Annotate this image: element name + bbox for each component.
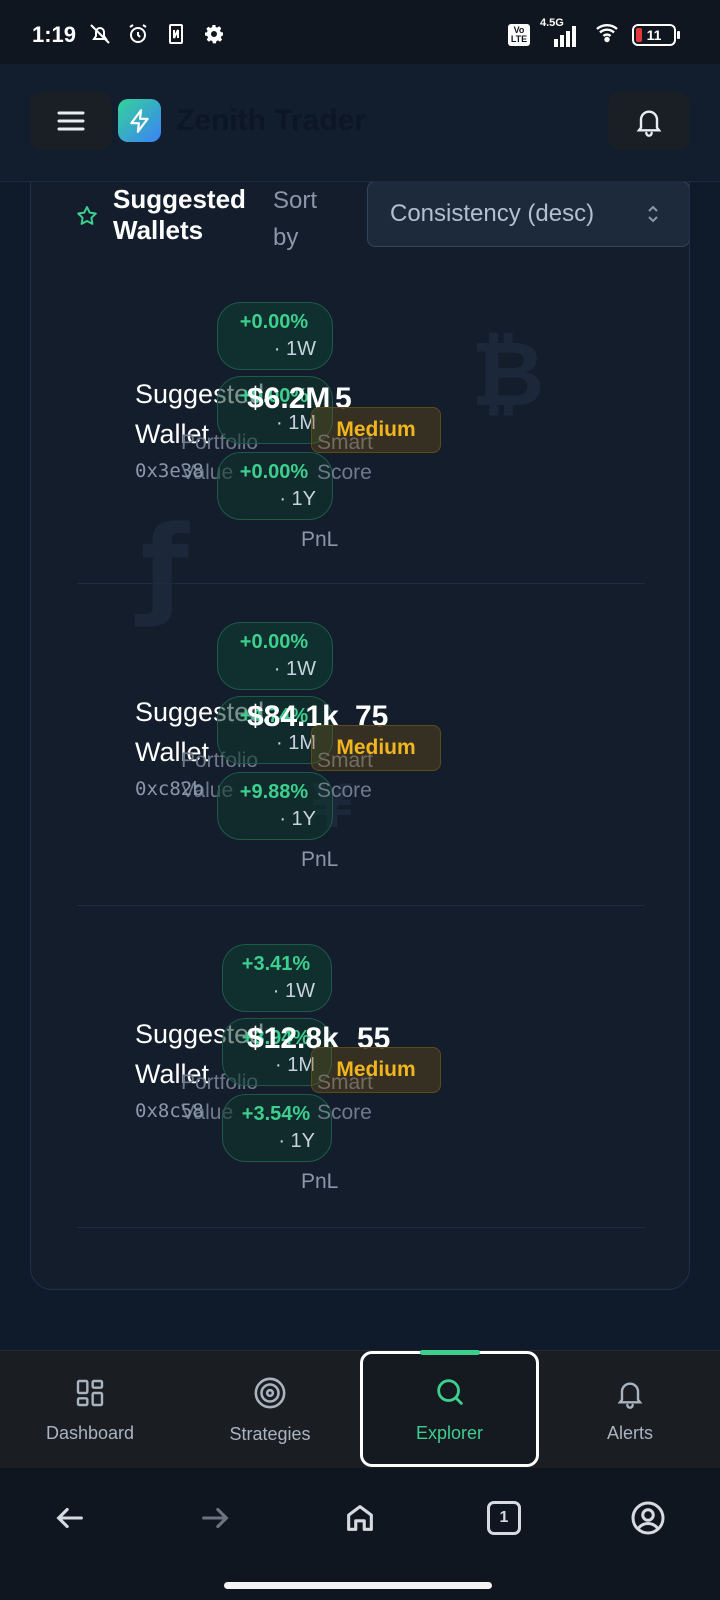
pnl-percent: +0.00%: [239, 631, 309, 653]
app-title: Zenith Trader: [176, 104, 367, 137]
arrow-right-icon: [202, 1507, 229, 1529]
pnl-period: · 1W: [273, 658, 316, 680]
nav-strategies[interactable]: Strategies: [180, 1351, 360, 1469]
pnl-pill-1y: +0.00% · 1Y: [217, 452, 333, 520]
wallet-row[interactable]: Suggested Wallet Portfolio Value 0xc82b …: [77, 584, 645, 906]
search-icon: [436, 1378, 463, 1405]
sort-select-value: Consistency (desc): [390, 200, 595, 227]
lightning-bolt-icon: [129, 108, 149, 133]
pnl-period: · 1M: [275, 1054, 315, 1076]
pnl-pill-1y: +3.54% · 1Y: [222, 1094, 332, 1162]
nav-alerts[interactable]: Alerts: [540, 1351, 720, 1469]
alarm-icon: [126, 22, 150, 51]
pnl-percent: +9.88%: [239, 781, 309, 803]
pnl-label: PnL: [301, 848, 339, 871]
tab-count: 1: [487, 1501, 521, 1535]
wallet-address: 0xc82b: [135, 778, 204, 800]
home-icon: [347, 1505, 373, 1531]
battery-icon: 11: [632, 23, 680, 46]
status-time: 1:19: [32, 22, 77, 47]
risk-badge: Medium: [311, 407, 441, 453]
nav-dashboard[interactable]: Dashboard: [0, 1351, 180, 1469]
wallet-address: 0x8c58: [135, 1100, 204, 1122]
pnl-pill-1w: +3.41% · 1W: [222, 944, 332, 1012]
nav-label: Explorer: [415, 1422, 484, 1443]
pnl-percent: +0.00%: [239, 311, 309, 333]
pnl-percent: +0.00%: [239, 461, 309, 483]
tabs-button[interactable]: 1: [484, 1498, 524, 1538]
pnl-period: · 1Y: [278, 1130, 315, 1152]
pnl-pill-1w: +0.00% · 1W: [217, 302, 333, 370]
panel-title: Suggested Wallets: [113, 184, 246, 245]
sort-label: Sort by: [273, 187, 318, 251]
browser-navigation-bar: 1: [0, 1468, 720, 1600]
pnl-period: · 1M: [276, 732, 316, 754]
account-circle-icon: [631, 1501, 665, 1535]
nav-explorer[interactable]: Explorer: [360, 1351, 539, 1467]
pnl-period: · 1W: [273, 338, 316, 360]
network-type-label: 4.5G: [540, 16, 564, 29]
nav-label: Dashboard: [45, 1422, 135, 1443]
menu-button[interactable]: [30, 92, 112, 150]
target-icon: [254, 1377, 286, 1408]
volte-badge: Vo LTE: [508, 23, 530, 46]
bell-icon: [636, 110, 662, 137]
wallet-row[interactable]: Suggested Wallet Portfolio Value 0x8c58 …: [77, 906, 645, 1228]
bell-icon: [617, 1382, 643, 1409]
pnl-period: · 1W: [272, 980, 315, 1002]
nav-label: Alerts: [606, 1422, 653, 1443]
wallet-address: 0x3e38: [135, 460, 204, 482]
pnl-percent: +3.41%: [241, 953, 311, 975]
risk-badge: Medium: [311, 725, 441, 771]
wifi-icon: [592, 20, 622, 49]
star-icon: [75, 204, 99, 233]
risk-badge: Medium: [311, 1047, 441, 1093]
panel-header: Suggested Wallets Sort by Consistency (d…: [31, 182, 689, 252]
app-logo: [118, 99, 161, 142]
status-bar: 1:19 Vo LTE 4.5G 11: [0, 0, 720, 64]
home-button[interactable]: [340, 1498, 380, 1538]
dashboard-grid-icon: [76, 1379, 104, 1406]
nav-label: Strategies: [229, 1423, 311, 1444]
arrow-left-icon: [56, 1507, 83, 1529]
chevron-up-down-icon: [648, 205, 658, 223]
pnl-period: · 1Y: [279, 808, 316, 830]
active-tab-indicator: [420, 1350, 480, 1355]
account-button[interactable]: [628, 1498, 668, 1538]
app-header: Zenith Trader: [0, 64, 720, 182]
pnl-pill-1y: +9.88% · 1Y: [217, 772, 333, 840]
back-button[interactable]: [50, 1498, 90, 1538]
bottom-navigation: Dashboard Strategies Explorer Alerts: [0, 1350, 720, 1468]
settings-gear-icon: [202, 22, 226, 51]
sort-select[interactable]: Consistency (desc): [367, 182, 689, 247]
notifications-off-icon: [88, 22, 112, 51]
battery-level: 11: [646, 26, 662, 43]
signal-icon: 4.5G: [540, 17, 582, 47]
pnl-percent: +3.54%: [241, 1103, 311, 1125]
notifications-button[interactable]: [608, 92, 690, 150]
forward-button[interactable]: [195, 1498, 235, 1538]
pnl-label: PnL: [301, 528, 339, 551]
pnl-label: PnL: [301, 1170, 339, 1193]
pnl-pill-1w: +0.00% · 1W: [217, 622, 333, 690]
home-indicator[interactable]: [224, 1582, 492, 1589]
suggested-wallets-panel: ₿ ƒ ¥ Suggested Wallets Sort by Consiste…: [30, 182, 690, 1290]
wallet-row[interactable]: Suggested Wallet Portfolio Value 0x3e38 …: [77, 262, 645, 584]
hamburger-menu-icon: [57, 111, 85, 131]
nfc-icon: [164, 22, 188, 51]
pnl-period: · 1Y: [279, 488, 316, 510]
